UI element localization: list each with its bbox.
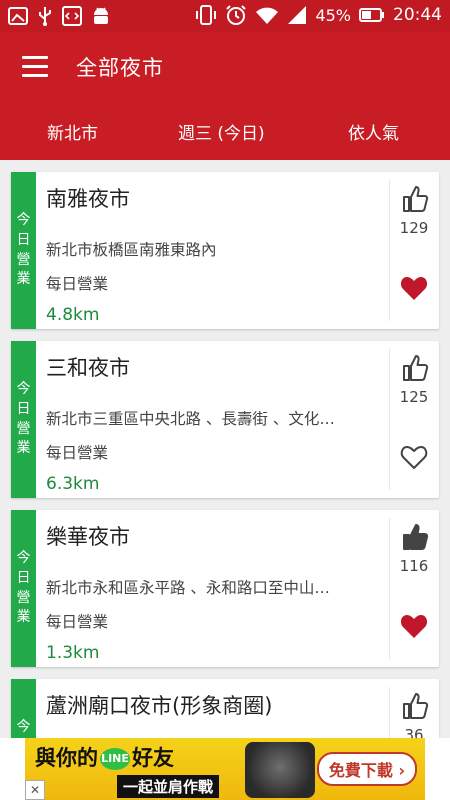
market-distance: 4.8km [46, 305, 100, 325]
divider [389, 349, 390, 490]
page-title: 全部夜市 [76, 56, 164, 80]
battery-percent: 45% [315, 5, 351, 25]
badge-char: 今 [16, 212, 31, 229]
ad-subline: 一起並肩作戰 [117, 775, 220, 798]
divider [389, 180, 390, 321]
heart-filled-icon[interactable] [400, 613, 428, 639]
ad-banner[interactable]: 與你的 LINE 好友 一起並肩作戰 免費下載 › ✕ [0, 738, 450, 800]
heart-filled-icon[interactable] [400, 275, 428, 301]
market-address: 新北市三重區中央北路 、長壽街 、文化… [46, 410, 335, 428]
thumbs-up-filled-icon[interactable] [401, 523, 429, 551]
market-hours: 每日營業 [46, 444, 109, 462]
thumbs-up-icon[interactable] [401, 354, 429, 382]
badge-char: 今 [16, 550, 31, 567]
market-card[interactable]: 今 日 營 業 樂華夜市 新北市永和區永平路 、永和路口至中山… 每日營業 1.… [11, 510, 439, 667]
badge-char: 日 [16, 231, 31, 248]
market-name: 南雅夜市 [46, 187, 130, 211]
badge-char: 日 [16, 400, 31, 417]
vibrate-icon [196, 5, 217, 25]
thumbs-up-icon[interactable] [401, 692, 429, 720]
ad-headline-part: 好友 [132, 746, 174, 770]
market-actions: 116 [389, 510, 439, 667]
alarm-icon [226, 5, 247, 25]
badge-char: 營 [16, 251, 31, 268]
divider [389, 518, 390, 659]
thumbs-up-icon[interactable] [401, 185, 429, 213]
market-hours: 每日營業 [46, 613, 109, 631]
close-glyph: ✕ [29, 783, 41, 797]
sort-filter[interactable]: 依人氣 [348, 119, 399, 144]
signal-icon [288, 6, 307, 24]
region-filter[interactable]: 新北市 [47, 119, 98, 144]
market-name: 樂華夜市 [46, 525, 130, 549]
market-name: 三和夜市 [46, 356, 130, 380]
status-icons-left [8, 6, 110, 26]
open-today-badge: 今 日 營 業 [11, 172, 36, 329]
market-address: 新北市永和區永平路 、永和路口至中山… [46, 579, 330, 597]
ad-headline: 與你的 LINE 好友 [35, 742, 174, 772]
close-icon[interactable]: ✕ [25, 780, 45, 800]
badge-char: 業 [16, 271, 31, 288]
ad-download-button[interactable]: 免費下載 › [317, 752, 417, 786]
ad-character-image [245, 742, 315, 798]
usb-icon [39, 7, 51, 26]
heart-outline-icon[interactable] [400, 444, 428, 470]
day-filter[interactable]: 週三 (今日) [178, 119, 265, 144]
market-distance: 1.3km [46, 643, 100, 663]
badge-char: 業 [16, 440, 31, 457]
line-logo-icon: LINE [100, 748, 130, 770]
badge-char: 業 [16, 609, 31, 626]
market-distance: 6.3km [46, 474, 100, 494]
market-actions: 125 [389, 341, 439, 498]
image-icon [8, 7, 28, 25]
wifi-icon [256, 7, 279, 24]
badge-char: 日 [16, 569, 31, 586]
open-today-badge: 今 日 營 業 [11, 510, 36, 667]
market-card[interactable]: 今 日 營 業 南雅夜市 新北市板橋區南雅東路內 每日營業 4.8km 129 [11, 172, 439, 329]
clock: 20:44 [393, 5, 442, 25]
market-info: 樂華夜市 新北市永和區永平路 、永和路口至中山… 每日營業 1.3km [46, 510, 391, 667]
menu-icon[interactable] [22, 56, 48, 78]
open-today-badge: 今 日 營 業 [11, 341, 36, 498]
code-icon [62, 6, 82, 26]
market-card[interactable]: 今 日 營 業 三和夜市 新北市三重區中央北路 、長壽街 、文化… 每日營業 6… [11, 341, 439, 498]
market-actions: 129 [389, 172, 439, 329]
filter-bar: 新北市 週三 (今日) 依人氣 [0, 102, 450, 160]
badge-char: 今 [16, 381, 31, 398]
like-count: 116 [399, 557, 429, 575]
app-bar: 全部夜市 [0, 32, 450, 102]
status-icons-right: 45% 20:44 [195, 4, 442, 26]
market-name: 蘆洲廟口夜市(形象商圈) [46, 694, 273, 718]
android-icon [94, 7, 108, 24]
market-list: 今 日 營 業 南雅夜市 新北市板橋區南雅東路內 每日營業 4.8km 129 … [0, 160, 450, 800]
market-info: 三和夜市 新北市三重區中央北路 、長壽街 、文化… 每日營業 6.3km [46, 341, 391, 498]
ad-creative[interactable]: 與你的 LINE 好友 一起並肩作戰 免費下載 › [25, 738, 425, 800]
market-hours: 每日營業 [46, 275, 109, 293]
status-bar: 45% 20:44 [0, 0, 450, 32]
badge-char: 營 [16, 420, 31, 437]
badge-char: 今 [16, 719, 31, 736]
like-count: 125 [399, 388, 429, 406]
battery-icon [359, 8, 384, 22]
ad-headline-part: 與你的 [35, 746, 98, 770]
market-info: 南雅夜市 新北市板橋區南雅東路內 每日營業 4.8km [46, 172, 391, 329]
badge-char: 營 [16, 589, 31, 606]
like-count: 129 [399, 219, 429, 237]
market-address: 新北市板橋區南雅東路內 [46, 241, 217, 259]
